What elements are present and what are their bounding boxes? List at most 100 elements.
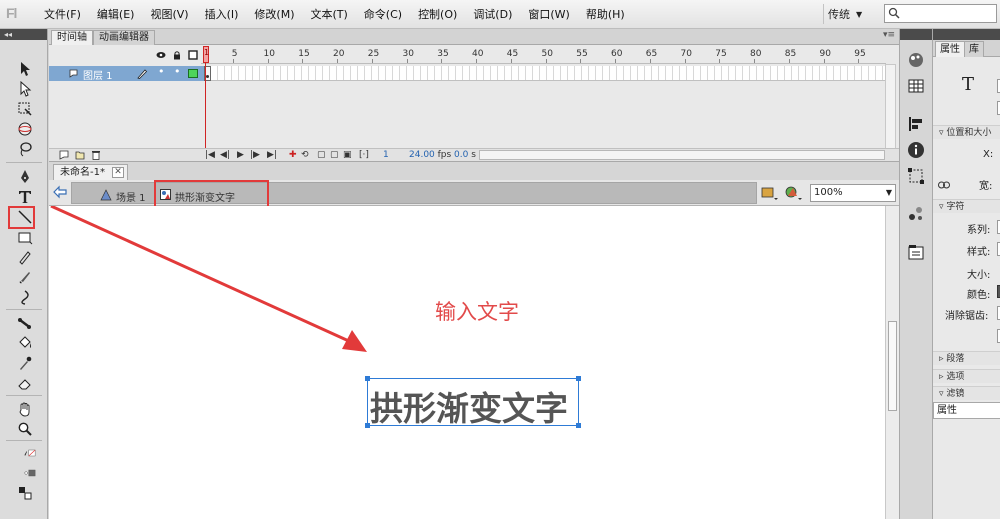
stage-vertical-scrollbar[interactable] [885,206,899,519]
menu-commands[interactable]: 命令(C) [356,0,410,29]
new-layer-icon[interactable] [59,150,69,160]
layer-visible-dot[interactable]: • [158,65,165,78]
pencil-tool-icon[interactable] [14,247,36,267]
frame-ruler[interactable]: 5 10 15 20 25 30 35 40 45 50 55 60 65 70 75 80 85 90 95 [201,46,886,64]
layer-lock-dot[interactable]: • [174,65,181,78]
subselection-tool-icon[interactable] [14,79,36,99]
zoom-select[interactable]: 100% ▼ [810,184,896,202]
new-folder-icon[interactable] [75,150,85,160]
resize-handle[interactable] [365,423,370,428]
tab-properties[interactable]: 属性 [935,41,965,57]
center-frame-icon[interactable]: ✚ [289,150,297,160]
menu-window[interactable]: 窗口(W) [520,0,577,29]
menu-help[interactable]: 帮助(H) [578,0,633,29]
align-icon[interactable] [907,115,925,133]
free-transform-tool-icon[interactable] [14,99,36,119]
library-panel-icon[interactable] [907,243,925,261]
menu-modify[interactable]: 修改(M) [246,0,302,29]
scrollbar-thumb[interactable] [888,321,897,411]
section-position-size[interactable]: ▿ 位置和大小 [933,125,1000,139]
eraser-tool-icon[interactable] [14,373,36,393]
eyedropper-tool-icon[interactable] [14,353,36,373]
tools-collapse-icon[interactable]: ◂◂ [0,29,47,40]
resize-handle[interactable] [576,423,581,428]
text-box-content[interactable]: 拱形渐变文字 [370,382,568,430]
stage[interactable]: 输入文字 拱形渐变文字 [49,206,885,519]
hand-tool-icon[interactable] [14,399,36,419]
step-forward-icon[interactable]: |▶ [250,150,260,160]
swatches-icon[interactable] [907,77,925,95]
edit-symbol-icon[interactable] [785,185,803,201]
menu-file[interactable]: 文件(F) [36,0,89,29]
menu-text[interactable]: 文本(T) [302,0,355,29]
text-box[interactable]: 拱形渐变文字 [365,376,581,428]
section-options[interactable]: ▹ 选项 [933,369,1000,383]
section-character[interactable]: ▿ 字符 [933,199,1000,213]
zoom-tool-icon[interactable] [14,419,36,439]
menu-control[interactable]: 控制(O) [410,0,465,29]
menu-debug[interactable]: 调试(D) [465,0,520,29]
playhead[interactable]: 1 [203,46,209,63]
line-tool-icon[interactable] [14,207,36,227]
onion-outline-icon[interactable]: ▢ [330,150,339,160]
components-icon[interactable] [907,205,925,223]
play-icon[interactable]: ▶ [237,150,244,160]
breadcrumb-scene[interactable]: 场景 1 [116,189,146,204]
selection-tool-icon[interactable] [14,59,36,79]
document-tab[interactable]: 未命名-1* ✕ [53,164,128,181]
menu-view[interactable]: 视图(V) [142,0,196,29]
ruler-tick [476,59,478,63]
swap-colors-icon[interactable] [14,483,36,503]
close-icon[interactable]: ✕ [111,167,124,178]
pen-tool-icon[interactable] [14,167,36,187]
step-back-icon[interactable]: ◀| [220,150,230,160]
edit-multiple-frames-icon[interactable]: ▣ [343,150,352,160]
lasso-tool-icon[interactable] [14,139,36,159]
workspace-switcher[interactable]: 传统 ▼ [828,5,862,23]
collapse-icon[interactable] [900,29,932,40]
tab-library[interactable]: 库 [964,41,984,57]
resize-handle[interactable] [576,376,581,381]
layer-row[interactable]: 图层 1 • • [49,65,204,82]
fill-color-swatch[interactable] [14,463,36,483]
timeline-vertical-scrollbar[interactable] [885,64,896,149]
3d-rotation-tool-icon[interactable] [14,119,36,139]
loop-icon[interactable]: ⟲ [301,150,309,160]
color-icon[interactable] [907,51,925,69]
layer-name[interactable]: 图层 1 [83,67,113,82]
go-last-frame-icon[interactable]: ▶| [267,150,277,160]
tab-timeline[interactable]: 时间轴 [51,30,93,45]
fps-readout[interactable]: 24.00 fps [409,150,451,160]
delete-layer-icon[interactable] [91,150,101,160]
info-icon[interactable] [907,141,925,159]
help-search-input[interactable] [884,4,997,23]
back-arrow-icon[interactable] [53,185,67,199]
menu-edit[interactable]: 编辑(E) [89,0,143,29]
text-tool-icon[interactable] [14,187,36,207]
link-icon[interactable] [938,181,950,189]
tab-motion-editor[interactable]: 动画编辑器 [93,30,155,45]
keyframe-dot [206,75,209,78]
eye-icon[interactable] [156,50,166,60]
menu-insert[interactable]: 插入(I) [197,0,247,29]
rectangle-tool-icon[interactable] [14,227,36,247]
layer-frames[interactable] [204,66,885,81]
transform-icon[interactable] [907,167,925,185]
go-first-frame-icon[interactable]: |◀ [205,150,215,160]
outline-icon[interactable] [188,50,198,60]
modify-onion-markers-icon[interactable]: [·] [359,150,369,160]
layer-outline-color[interactable] [188,69,198,78]
brush-tool-icon[interactable] [14,267,36,287]
panel-menu-icon[interactable]: ▾≡ [883,30,895,40]
timeline-horizontal-scrollbar[interactable] [479,150,885,160]
lock-icon[interactable] [172,50,182,60]
stroke-color-swatch[interactable] [14,443,36,463]
deco-tool-icon[interactable] [14,287,36,307]
paint-bucket-tool-icon[interactable] [14,333,36,353]
bone-tool-icon[interactable] [14,313,36,333]
edit-scene-icon[interactable] [761,185,779,201]
section-filters[interactable]: ▿ 滤镜 [933,386,1000,400]
onion-skin-icon[interactable]: ▢ [317,150,326,160]
section-paragraph[interactable]: ▹ 段落 [933,351,1000,365]
resize-handle[interactable] [365,376,370,381]
